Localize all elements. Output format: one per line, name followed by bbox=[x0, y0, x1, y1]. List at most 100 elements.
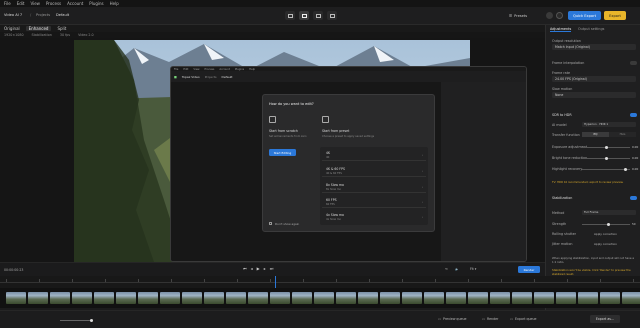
tab-enhanced[interactable]: Enhanced bbox=[25, 26, 52, 31]
filmstrip-thumbnail[interactable] bbox=[116, 292, 136, 304]
filmstrip-thumbnail[interactable] bbox=[424, 292, 444, 304]
filmstrip-thumbnail[interactable] bbox=[50, 292, 70, 304]
tab-split[interactable]: Split bbox=[57, 26, 66, 31]
filmstrip-thumbnail[interactable] bbox=[402, 292, 422, 304]
filmstrip-thumbnail[interactable] bbox=[446, 292, 466, 304]
info-resolution: 1920×1080 bbox=[4, 33, 24, 37]
filmstrip-thumbnail[interactable] bbox=[270, 292, 290, 304]
quick-export-button[interactable]: Quick Export bbox=[568, 11, 601, 20]
preset-item[interactable]: 4K & 60 FPS 4K & 60 FPS › bbox=[322, 165, 426, 177]
filmstrip-thumbnail[interactable] bbox=[490, 292, 510, 304]
filmstrip-thumbnail[interactable] bbox=[204, 292, 224, 304]
menu-file[interactable]: File bbox=[4, 1, 11, 6]
sdr-hdr-toggle[interactable] bbox=[630, 113, 637, 117]
filmstrip-thumbnail[interactable] bbox=[600, 292, 620, 304]
grid-view-button[interactable] bbox=[327, 11, 337, 20]
filmstrip-thumbnail[interactable] bbox=[160, 292, 180, 304]
export-as-button[interactable]: Export as… bbox=[590, 315, 620, 323]
filmstrip-thumbnail[interactable] bbox=[6, 292, 26, 304]
single-view-button[interactable] bbox=[285, 11, 295, 20]
presets-button[interactable]: ☰ Presets bbox=[508, 11, 528, 20]
adjustments-panel: Adjustments Output settings Output resol… bbox=[545, 25, 640, 315]
slow-motion-select[interactable]: None bbox=[552, 92, 636, 98]
preset-item[interactable]: 60 FPS 60 FPS › bbox=[322, 196, 426, 208]
filmstrip-thumbnail[interactable] bbox=[94, 292, 114, 304]
filmstrip-thumbnail[interactable] bbox=[578, 292, 598, 304]
tab-original[interactable]: Original bbox=[4, 26, 20, 31]
frame-rate-select[interactable]: 24.00 FPS (Original) bbox=[552, 76, 636, 82]
zoom-slider-knob[interactable] bbox=[90, 318, 93, 322]
filmstrip-thumbnail[interactable] bbox=[138, 292, 158, 304]
render-button[interactable]: Render bbox=[518, 266, 540, 273]
hdr-slider-track[interactable] bbox=[582, 169, 630, 170]
filmstrip-thumbnail[interactable] bbox=[380, 292, 400, 304]
account-avatar[interactable] bbox=[546, 12, 553, 19]
go-to-end-icon[interactable]: ⏭ bbox=[270, 266, 274, 271]
go-to-start-icon[interactable]: ⏮ bbox=[243, 266, 247, 271]
overlay-crumb-projects[interactable]: Projects bbox=[205, 75, 217, 79]
project-menu[interactable]: Video AI 7 bbox=[4, 13, 22, 17]
hdr-slider-value: 0.00 bbox=[632, 145, 639, 149]
side-by-side-button[interactable] bbox=[313, 11, 323, 20]
split-view-button[interactable] bbox=[299, 11, 309, 20]
play-icon[interactable]: ▶ bbox=[257, 266, 260, 271]
zoom-slider[interactable] bbox=[60, 319, 92, 321]
rolling-shutter-value[interactable]: Apply correction bbox=[594, 232, 617, 236]
hdr-slider-knob[interactable] bbox=[604, 145, 608, 149]
prev-frame-icon[interactable]: ◂ bbox=[251, 266, 253, 271]
filmstrip-thumbnail[interactable] bbox=[72, 292, 92, 304]
filmstrip-thumbnail[interactable] bbox=[226, 292, 246, 304]
preset-item[interactable]: 8x Slow mo 8x Slow mo › bbox=[322, 181, 426, 193]
export-queue-button[interactable]: ▭ Export queue bbox=[510, 317, 536, 321]
breadcrumb-projects[interactable]: Projects bbox=[36, 13, 50, 17]
jitter-value[interactable]: Apply correction bbox=[594, 242, 617, 246]
tab-adjustments[interactable]: Adjustments bbox=[550, 27, 572, 32]
preset-item[interactable]: 4K 4K › bbox=[322, 149, 426, 161]
hdr-slider-knob[interactable] bbox=[604, 156, 608, 160]
menu-process[interactable]: Process bbox=[46, 1, 61, 6]
menu-plugins[interactable]: Plugins bbox=[89, 1, 103, 6]
preview-queue-button[interactable]: ▭ Preview queue bbox=[438, 317, 466, 321]
filmstrip-thumbnail[interactable] bbox=[336, 292, 356, 304]
filmstrip-thumbnail[interactable] bbox=[622, 292, 640, 304]
stabilization-toggle[interactable] bbox=[630, 196, 637, 200]
menu-view[interactable]: View bbox=[30, 1, 40, 6]
loop-icon[interactable]: ⟲ bbox=[445, 267, 448, 271]
filmstrip-thumbnail[interactable] bbox=[314, 292, 334, 304]
settings-icon[interactable] bbox=[556, 12, 563, 19]
filmstrip-thumbnail[interactable] bbox=[28, 292, 48, 304]
output-resolution-select[interactable]: Match Input (Original) bbox=[552, 44, 636, 50]
volume-icon[interactable]: 🔈 bbox=[455, 267, 459, 271]
filmstrip-thumbnail[interactable] bbox=[534, 292, 554, 304]
filmstrip-thumbnail[interactable] bbox=[468, 292, 488, 304]
timeline-tick bbox=[270, 279, 271, 282]
filmstrip-thumbnail[interactable] bbox=[358, 292, 378, 304]
timecode: 00:00:00:23 bbox=[4, 268, 24, 272]
transfer-hlg-button[interactable]: HLG bbox=[609, 132, 636, 137]
tab-output-settings[interactable]: Output settings bbox=[578, 27, 604, 31]
menu-help[interactable]: Help bbox=[110, 1, 119, 6]
filmstrip-thumbnail[interactable] bbox=[248, 292, 268, 304]
strength-slider-knob[interactable] bbox=[606, 222, 610, 226]
filmstrip-thumbnail[interactable] bbox=[512, 292, 532, 304]
filmstrip-thumbnail[interactable] bbox=[292, 292, 312, 304]
hdr-model-select[interactable]: Hyperion · HDR 1 bbox=[582, 122, 636, 127]
next-frame-icon[interactable]: ▸ bbox=[264, 266, 266, 271]
filmstrip[interactable] bbox=[0, 288, 640, 308]
menu-edit[interactable]: Edit bbox=[17, 1, 25, 6]
filmstrip-thumbnail[interactable] bbox=[556, 292, 576, 304]
stab-method-select[interactable]: Full Frame bbox=[582, 210, 636, 215]
start-editing-button[interactable]: Start Editing bbox=[269, 149, 296, 156]
timeline-tick bbox=[105, 279, 106, 282]
frame-interpolation-toggle[interactable] bbox=[630, 61, 637, 65]
dont-show-checkbox[interactable] bbox=[269, 222, 272, 225]
render-queue-button[interactable]: ▭ Render bbox=[482, 317, 498, 321]
export-button[interactable]: Export bbox=[604, 11, 626, 20]
zoom-select[interactable]: Fit ▾ bbox=[470, 267, 476, 271]
hdr-slider-knob[interactable] bbox=[623, 167, 627, 171]
preset-item[interactable]: 4x Slow mo 4x Slow mo › bbox=[322, 211, 426, 223]
filmstrip-thumbnail[interactable] bbox=[182, 292, 202, 304]
timeline-ruler[interactable] bbox=[0, 276, 640, 308]
menu-account[interactable]: Account bbox=[67, 1, 83, 6]
transfer-pq-button[interactable]: PQ bbox=[582, 132, 609, 137]
